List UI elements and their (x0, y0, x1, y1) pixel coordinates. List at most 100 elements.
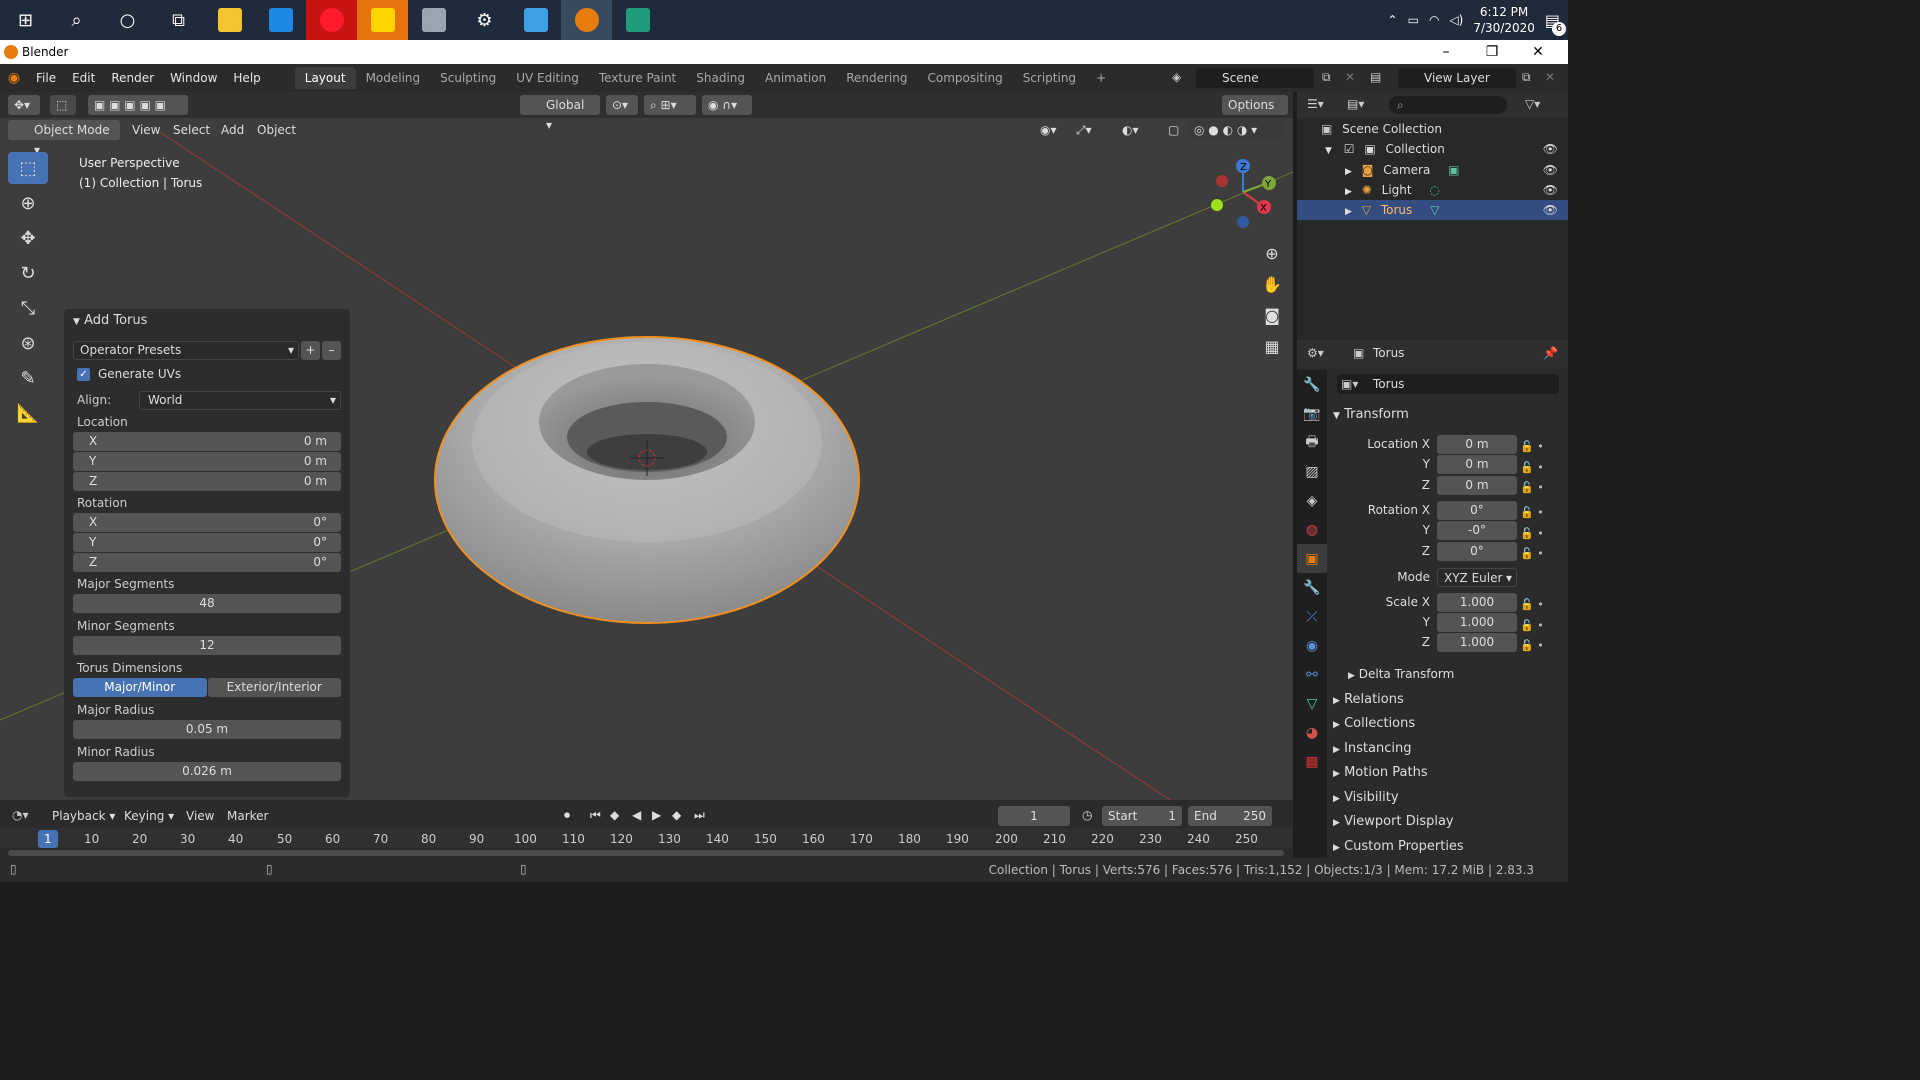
expand-icon[interactable]: ▶ (1345, 187, 1352, 197)
select-tool-icon[interactable]: ⬚ (50, 95, 76, 115)
menu-file[interactable]: File (28, 71, 64, 85)
outliner-scene-collection[interactable]: ▣ Scene Collection (1297, 119, 1568, 139)
location-y-field[interactable]: Y 0 m (73, 452, 341, 471)
prev-keyframe-icon[interactable]: ◆ (610, 808, 619, 822)
mode-dropdown[interactable]: Object Mode ▾ (8, 120, 120, 157)
clock[interactable]: 6:12 PM 7/30/2020 (1473, 4, 1535, 36)
menu-object[interactable]: Object (257, 120, 296, 140)
tab-uv-editing[interactable]: UV Editing (506, 67, 589, 89)
menu-select[interactable]: Select (173, 120, 210, 140)
select-box-tool-icon[interactable]: ⬚ (8, 152, 48, 184)
pan-hand-icon[interactable]: ✋ (1258, 269, 1286, 300)
torus-mesh[interactable] (434, 336, 860, 624)
blender-menu-icon[interactable]: ◉ (0, 70, 28, 86)
display-mode-icon[interactable]: ▤▾ (1347, 97, 1364, 111)
jump-start-icon[interactable]: ⏮ (590, 808, 601, 823)
gizmo-icon[interactable]: ⤢▾ (1070, 120, 1108, 140)
selection-mode-icons[interactable]: ▣ ▣ ▣ ▣ ▣ (88, 95, 188, 115)
modifier-tab-icon[interactable]: 🔧 (1297, 573, 1327, 602)
instancing-section[interactable]: ▶ Instancing (1333, 741, 1411, 756)
properties-editor-icon[interactable]: ⚙▾ (1307, 346, 1324, 360)
preview-range-icon[interactable]: ◷ (1082, 808, 1092, 822)
particles-tab-icon[interactable]: ⤫ (1297, 602, 1327, 631)
new-scene-icon[interactable]: ⧉ (1322, 70, 1331, 85)
remove-scene-icon[interactable]: ✕ (1345, 70, 1355, 84)
location-y-field[interactable]: 0 m (1437, 455, 1517, 474)
proportional-editing-icon[interactable]: ◉ ∩▾ (702, 95, 752, 115)
generate-uvs-checkbox[interactable]: ✓ (77, 367, 90, 381)
scale-z-field[interactable]: 1.000 (1437, 633, 1517, 652)
lock-icon[interactable]: 🔓 • (1520, 458, 1560, 479)
generate-uvs-row[interactable]: ✓ Generate UVs (73, 364, 341, 384)
align-dropdown[interactable]: World ▾ (139, 390, 341, 410)
rotate-tool-icon[interactable]: ↻ (8, 257, 48, 289)
transform-tool-icon[interactable]: ⊛ (8, 327, 48, 359)
pivot-point-icon[interactable]: ⊙▾ (606, 95, 638, 115)
visibility-eye-icon[interactable]: 👁 (1543, 160, 1558, 180)
outliner-search-input[interactable]: ⌕ (1389, 96, 1507, 114)
major-radius-field[interactable]: 0.05 m (73, 720, 341, 739)
collections-section[interactable]: ▶ Collections (1333, 716, 1415, 731)
lock-icon[interactable]: 🔓 • (1520, 524, 1560, 545)
scale-tool-icon[interactable]: ⤡ (8, 292, 48, 324)
cortana-icon[interactable]: ○ (102, 0, 153, 40)
navigation-gizmo[interactable]: Z X Y (1200, 152, 1290, 242)
viewport-display-section[interactable]: ▶ Viewport Display (1333, 814, 1454, 829)
xray-icon[interactable]: ▢ (1162, 120, 1182, 140)
material-tab-icon[interactable]: ◕ (1297, 718, 1327, 747)
world-tab-icon[interactable]: ◍ (1297, 515, 1327, 544)
visibility-eye-icon[interactable]: 👁 (1543, 200, 1558, 220)
menu-add[interactable]: Add (221, 120, 244, 140)
scale-y-field[interactable]: 1.000 (1437, 613, 1517, 632)
shading-modes[interactable]: ◎ ● ◐ ◑ ▾ (1188, 120, 1284, 140)
play-reverse-icon[interactable]: ◀ (632, 808, 641, 822)
tab-modeling[interactable]: Modeling (356, 67, 431, 89)
snap-icon[interactable]: ⌕ ⊞▾ (644, 95, 696, 115)
lock-icon[interactable]: 🔓 • (1520, 478, 1560, 499)
outliner-item-light[interactable]: ▶ ✺ Light ◌ 👁 (1297, 180, 1568, 200)
menu-help[interactable]: Help (225, 71, 268, 85)
outliner-editor-icon[interactable]: ☰▾ (1307, 97, 1324, 111)
expand-icon[interactable]: ▼ (1325, 146, 1332, 156)
outliner-collection[interactable]: ▼ ☑ ▣ Collection 👁 (1297, 139, 1568, 159)
menu-timeline-view[interactable]: View (186, 806, 214, 826)
new-view-layer-icon[interactable]: ⧉ (1522, 70, 1531, 85)
object-name-field[interactable]: Torus (1337, 374, 1559, 394)
rotation-y-field[interactable]: Y 0° (73, 533, 341, 552)
next-keyframe-icon[interactable]: ◆ (672, 808, 681, 822)
start-icon[interactable]: ⊞ (0, 0, 51, 40)
play-icon[interactable]: ▶ (652, 808, 661, 822)
outliner-item-torus[interactable]: ▶ ▽ Torus ▽ 👁 (1297, 200, 1568, 220)
object-tab-icon[interactable]: ▣ (1297, 544, 1327, 573)
menu-edit[interactable]: Edit (64, 71, 103, 85)
object-type-icon[interactable]: ▣▾ (1341, 377, 1358, 391)
end-frame-field[interactable]: End 250 (1188, 806, 1272, 826)
start-frame-field[interactable]: Start 1 (1102, 806, 1182, 826)
menu-keying[interactable]: Keying ▾ (124, 806, 174, 826)
relations-section[interactable]: ▶ Relations (1333, 692, 1404, 707)
file-explorer-icon[interactable] (204, 0, 255, 40)
transform-orientation-dropdown[interactable]: Global ▾ (520, 95, 600, 132)
measure-tool-icon[interactable]: 📐 (8, 397, 48, 429)
pin-icon[interactable]: 📌 (1543, 346, 1558, 360)
transform-section-header[interactable]: ▼ Transform (1333, 407, 1409, 422)
editor-type-icon[interactable]: ✥▾ (8, 95, 40, 115)
jump-end-icon[interactable]: ⏭ (694, 808, 705, 823)
add-workspace-button[interactable]: + (1086, 67, 1116, 89)
camera-view-icon[interactable]: ◙ (1258, 300, 1286, 331)
tab-animation[interactable]: Animation (755, 67, 836, 89)
lock-icon[interactable]: 🔓 • (1520, 544, 1560, 565)
expand-icon[interactable]: ▶ (1345, 207, 1352, 217)
minor-radius-field[interactable]: 0.026 m (73, 762, 341, 781)
operator-presets-dropdown[interactable]: Operator Presets ▾ (73, 341, 299, 360)
tab-layout[interactable]: Layout (294, 67, 356, 89)
timeline-scrollbar[interactable] (8, 850, 1284, 856)
notification-icon[interactable]: ▤ 6 (1545, 11, 1566, 36)
visibility-eye-icon[interactable]: 👁 (1543, 139, 1558, 159)
close-button[interactable]: ✕ (1515, 40, 1561, 64)
visibility-section[interactable]: ▶ Visibility (1333, 790, 1399, 805)
tab-shading[interactable]: Shading (686, 67, 755, 89)
tool-tab-icon[interactable]: 🔧 (1297, 370, 1327, 399)
location-x-field[interactable]: 0 m (1437, 435, 1517, 454)
lock-icon[interactable]: 🔓 • (1520, 437, 1560, 458)
